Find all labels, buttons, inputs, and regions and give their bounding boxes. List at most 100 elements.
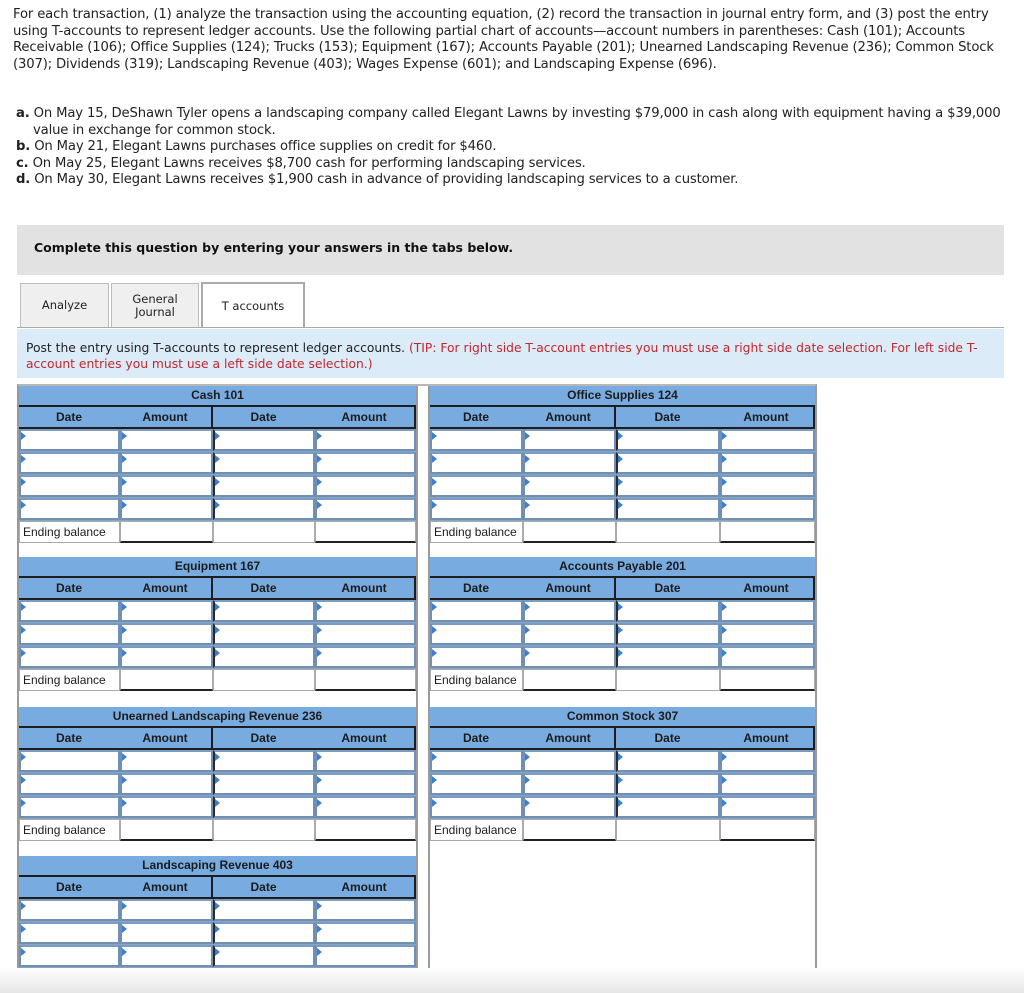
- credit-amount-input[interactable]: [315, 945, 416, 967]
- credit-amount-input[interactable]: [315, 773, 416, 795]
- debit-date-select[interactable]: [430, 475, 523, 497]
- credit-amount-input[interactable]: [720, 475, 815, 497]
- debit-date-select[interactable]: [430, 623, 523, 645]
- credit-date-select[interactable]: [213, 600, 315, 622]
- credit-date-select[interactable]: [213, 429, 315, 451]
- credit-amount-input[interactable]: [315, 475, 416, 497]
- credit-date-select[interactable]: [213, 623, 315, 645]
- tab-general-journal[interactable]: General Journal: [111, 283, 199, 327]
- credit-amount-input[interactable]: [720, 452, 815, 474]
- credit-date-select[interactable]: [213, 945, 315, 967]
- debit-amount-input[interactable]: [523, 498, 616, 520]
- debit-amount-input[interactable]: [523, 452, 616, 474]
- credit-date-select[interactable]: [213, 922, 315, 944]
- credit-amount-input[interactable]: [720, 796, 815, 818]
- credit-date-select[interactable]: [616, 600, 720, 622]
- credit-date-select[interactable]: [616, 429, 720, 451]
- tab-analyze[interactable]: Analyze: [20, 283, 109, 327]
- debit-date-select[interactable]: [430, 796, 523, 818]
- debit-date-select[interactable]: [430, 429, 523, 451]
- credit-amount-input[interactable]: [720, 750, 815, 772]
- debit-amount-input[interactable]: [523, 796, 616, 818]
- debit-date-select[interactable]: [430, 600, 523, 622]
- credit-date-select[interactable]: [616, 498, 720, 520]
- credit-balance-input[interactable]: [315, 819, 416, 841]
- credit-date-select[interactable]: [616, 773, 720, 795]
- debit-date-select[interactable]: [19, 945, 120, 967]
- credit-date-select[interactable]: [213, 646, 315, 668]
- credit-date-select[interactable]: [616, 623, 720, 645]
- credit-balance-input[interactable]: [315, 669, 416, 691]
- debit-date-select[interactable]: [19, 899, 120, 921]
- credit-date-select[interactable]: [213, 498, 315, 520]
- credit-date-select[interactable]: [616, 796, 720, 818]
- credit-date-select[interactable]: [616, 646, 720, 668]
- debit-date-select[interactable]: [19, 498, 120, 520]
- debit-balance-input[interactable]: [523, 521, 616, 543]
- tab-t-accounts[interactable]: T accounts: [201, 282, 305, 328]
- debit-amount-input[interactable]: [523, 429, 616, 451]
- credit-amount-input[interactable]: [720, 429, 815, 451]
- debit-date-select[interactable]: [19, 922, 120, 944]
- credit-amount-input[interactable]: [720, 600, 815, 622]
- credit-amount-input[interactable]: [720, 646, 815, 668]
- debit-amount-input[interactable]: [523, 623, 616, 645]
- debit-balance-input[interactable]: [120, 968, 213, 990]
- credit-date-select[interactable]: [616, 750, 720, 772]
- credit-amount-input[interactable]: [315, 498, 416, 520]
- credit-amount-input[interactable]: [315, 922, 416, 944]
- debit-date-select[interactable]: [19, 796, 120, 818]
- credit-date-select[interactable]: [213, 773, 315, 795]
- debit-amount-input[interactable]: [120, 498, 213, 520]
- debit-balance-input[interactable]: [120, 521, 213, 543]
- credit-amount-input[interactable]: [720, 773, 815, 795]
- debit-date-select[interactable]: [19, 646, 120, 668]
- debit-balance-input[interactable]: [523, 819, 616, 841]
- credit-date-select[interactable]: [213, 475, 315, 497]
- debit-date-select[interactable]: [430, 498, 523, 520]
- credit-amount-input[interactable]: [315, 600, 416, 622]
- debit-amount-input[interactable]: [120, 600, 213, 622]
- debit-date-select[interactable]: [19, 600, 120, 622]
- credit-amount-input[interactable]: [315, 429, 416, 451]
- credit-date-select[interactable]: [616, 475, 720, 497]
- debit-amount-input[interactable]: [523, 750, 616, 772]
- credit-amount-input[interactable]: [720, 498, 815, 520]
- debit-amount-input[interactable]: [120, 945, 213, 967]
- credit-amount-input[interactable]: [315, 796, 416, 818]
- credit-amount-input[interactable]: [315, 750, 416, 772]
- debit-date-select[interactable]: [19, 750, 120, 772]
- credit-amount-input[interactable]: [720, 623, 815, 645]
- credit-balance-input[interactable]: [720, 669, 815, 691]
- debit-date-select[interactable]: [430, 750, 523, 772]
- debit-balance-input[interactable]: [120, 669, 213, 691]
- debit-date-select[interactable]: [430, 452, 523, 474]
- debit-amount-input[interactable]: [120, 750, 213, 772]
- debit-date-select[interactable]: [19, 475, 120, 497]
- credit-balance-input[interactable]: [315, 968, 416, 990]
- debit-amount-input[interactable]: [120, 899, 213, 921]
- debit-amount-input[interactable]: [120, 623, 213, 645]
- debit-amount-input[interactable]: [523, 475, 616, 497]
- debit-date-select[interactable]: [430, 646, 523, 668]
- debit-date-select[interactable]: [19, 623, 120, 645]
- credit-amount-input[interactable]: [315, 899, 416, 921]
- credit-balance-input[interactable]: [720, 521, 815, 543]
- debit-amount-input[interactable]: [523, 646, 616, 668]
- debit-amount-input[interactable]: [120, 646, 213, 668]
- credit-date-select[interactable]: [213, 899, 315, 921]
- debit-amount-input[interactable]: [120, 452, 213, 474]
- debit-amount-input[interactable]: [120, 922, 213, 944]
- credit-date-select[interactable]: [213, 796, 315, 818]
- credit-amount-input[interactable]: [315, 646, 416, 668]
- debit-amount-input[interactable]: [523, 600, 616, 622]
- credit-date-select[interactable]: [616, 452, 720, 474]
- debit-amount-input[interactable]: [120, 796, 213, 818]
- debit-amount-input[interactable]: [120, 429, 213, 451]
- credit-amount-input[interactable]: [315, 452, 416, 474]
- debit-date-select[interactable]: [430, 773, 523, 795]
- debit-balance-input[interactable]: [523, 669, 616, 691]
- credit-balance-input[interactable]: [315, 521, 416, 543]
- credit-date-select[interactable]: [213, 750, 315, 772]
- debit-date-select[interactable]: [19, 429, 120, 451]
